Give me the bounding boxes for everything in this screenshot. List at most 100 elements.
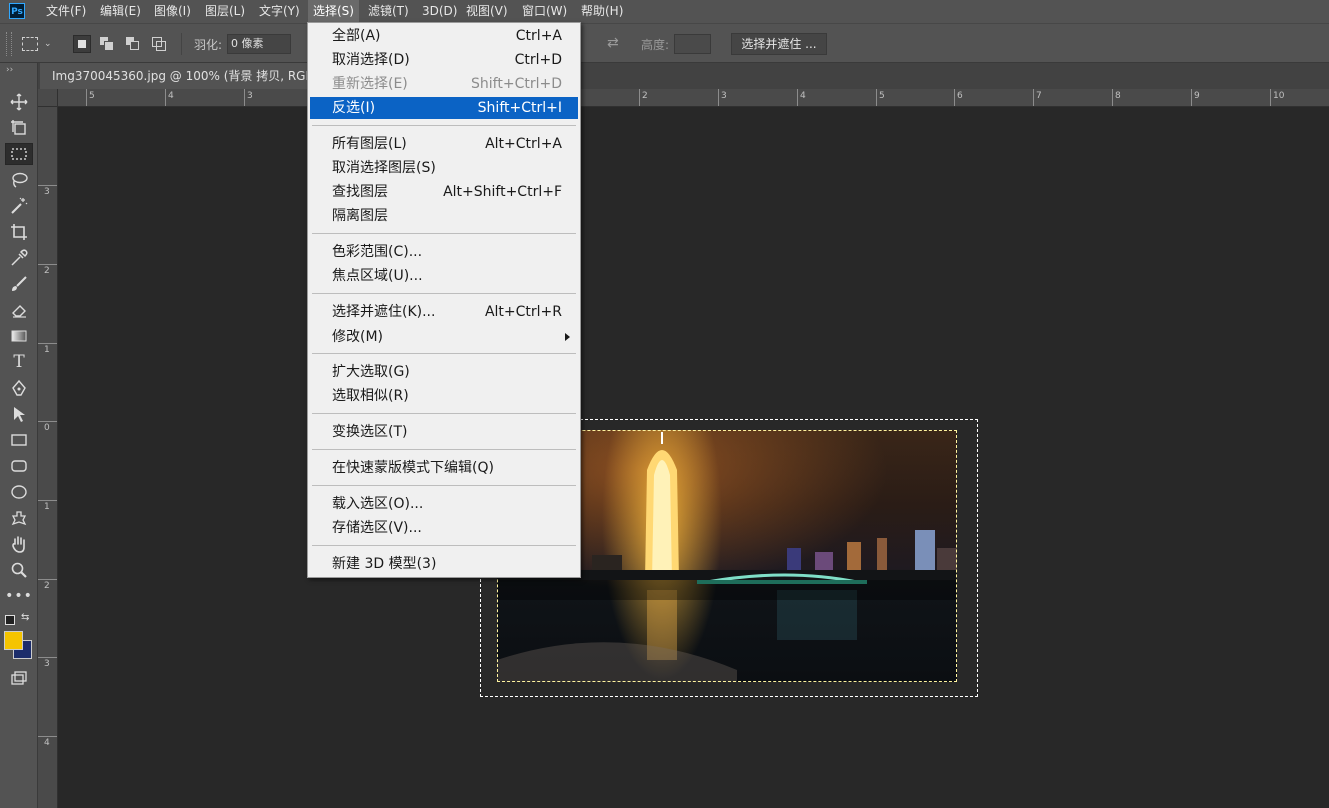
eyedropper-icon	[11, 249, 28, 266]
menu-item-transform-selection[interactable]: 变换选区(T)	[310, 421, 578, 443]
menu-filter[interactable]: 滤镜(T)	[368, 0, 409, 23]
swap-colors-icon[interactable]: ⇆	[21, 612, 29, 623]
menu-item-focus-area[interactable]: 焦点区域(U)...	[310, 265, 578, 287]
screen-mode-button[interactable]	[5, 667, 33, 689]
ellipse-tool[interactable]	[5, 481, 33, 503]
menu-separator	[312, 293, 576, 294]
eyedropper-tool[interactable]	[5, 247, 33, 269]
gradient-tool[interactable]	[5, 325, 33, 347]
move-tool[interactable]	[5, 91, 33, 113]
menu-item-label: 隔离图层	[332, 208, 388, 224]
select-dropdown-menu: 全部(A) Ctrl+A 取消选择(D) Ctrl+D 重新选择(E) Shift+C…	[307, 22, 581, 578]
hand-tool[interactable]	[5, 533, 33, 555]
menu-item-label: 选择并遮住(K)...	[332, 304, 436, 320]
foreground-color-swatch[interactable]	[4, 631, 23, 650]
menu-item-label: 取消选择图层(S)	[332, 160, 436, 176]
menu-item-quick-mask[interactable]: 在快速蒙版模式下编辑(Q)	[310, 457, 578, 479]
menu-edit[interactable]: 编辑(E)	[100, 0, 141, 23]
menu-window[interactable]: 窗口(W)	[522, 0, 567, 23]
swap-dimensions-icon[interactable]: ⇄	[607, 35, 619, 51]
magic-wand-tool[interactable]	[5, 195, 33, 217]
menu-item-label: 重新选择(E)	[332, 76, 408, 92]
document-tab[interactable]: Img370045360.jpg @ 100% (背景 拷贝, RGB/8#	[40, 63, 320, 89]
rounded-rectangle-icon	[11, 460, 27, 472]
menu-item-label: 取消选择(D)	[332, 52, 410, 68]
ruler-label: 2	[44, 581, 50, 591]
ruler-label: 10	[1273, 91, 1285, 101]
ruler-label: 4	[168, 91, 174, 101]
menu-item-isolate-layers[interactable]: 隔离图层	[310, 205, 578, 227]
menu-item-color-range[interactable]: 色彩范围(C)...	[310, 241, 578, 263]
panel-grip-icon	[6, 32, 12, 56]
menu-item-similar[interactable]: 选取相似(R)	[310, 385, 578, 407]
menu-item-find-layers[interactable]: 查找图层 Alt+Shift+Ctrl+F	[310, 181, 578, 203]
menu-item-deselect[interactable]: 取消选择(D) Ctrl+D	[310, 49, 578, 71]
menu-item-grow[interactable]: 扩大选取(G)	[310, 361, 578, 383]
menu-separator	[312, 449, 576, 450]
rectangle-tool[interactable]	[5, 429, 33, 451]
menu-3d[interactable]: 3D(D)	[422, 0, 457, 23]
menu-select[interactable]: 选择(S)	[308, 0, 359, 23]
menu-item-select-and-mask[interactable]: 选择并遮住(K)... Alt+Ctrl+R	[310, 301, 578, 323]
menu-item-shortcut: Alt+Ctrl+A	[485, 136, 562, 152]
menu-layer[interactable]: 图层(L)	[205, 0, 245, 23]
collapse-panel-icon[interactable]: ››	[6, 65, 13, 75]
pen-tool[interactable]	[5, 377, 33, 399]
puzzle-shape-icon	[11, 511, 27, 526]
type-tool[interactable]: T	[5, 351, 33, 373]
menu-item-save-selection[interactable]: 存储选区(V)...	[310, 517, 578, 539]
add-selection-button[interactable]	[98, 35, 116, 53]
ruler-label: 3	[247, 91, 253, 101]
chevron-down-icon[interactable]: ⌄	[44, 39, 52, 49]
artboard-tool[interactable]	[5, 117, 33, 139]
menu-image[interactable]: 图像(I)	[154, 0, 191, 23]
menu-view[interactable]: 视图(V)	[466, 0, 508, 23]
lasso-tool[interactable]	[5, 169, 33, 191]
menu-item-label: 色彩范围(C)...	[332, 244, 423, 260]
menu-item-inverse[interactable]: 反选(I) Shift+Ctrl+I	[310, 97, 578, 119]
menu-item-shortcut: Alt+Shift+Ctrl+F	[443, 184, 562, 200]
submenu-arrow-icon	[565, 333, 570, 341]
path-selection-tool[interactable]	[5, 403, 33, 425]
menu-item-shortcut: Shift+Ctrl+D	[471, 76, 562, 92]
height-input[interactable]	[674, 34, 711, 54]
subtract-selection-button[interactable]	[124, 35, 142, 53]
ruler-origin[interactable]	[38, 89, 58, 107]
rectangular-marquee-tool[interactable]	[5, 143, 33, 165]
crop-tool[interactable]	[5, 221, 33, 243]
feather-input[interactable]: 0 像素	[227, 34, 291, 54]
eraser-tool[interactable]	[5, 299, 33, 321]
menu-file[interactable]: 文件(F)	[46, 0, 86, 23]
ellipse-icon	[11, 485, 27, 499]
menu-item-new-3d-model[interactable]: 新建 3D 模型(3)	[310, 553, 578, 575]
brush-tool[interactable]	[5, 273, 33, 295]
select-and-mask-button[interactable]: 选择并遮住 ...	[731, 33, 827, 55]
zoom-tool[interactable]	[5, 559, 33, 581]
menu-item-modify[interactable]: 修改(M)	[310, 326, 578, 348]
magic-wand-icon	[11, 197, 28, 214]
height-label: 高度:	[641, 38, 670, 52]
custom-shape-tool[interactable]	[5, 507, 33, 529]
menu-item-label: 在快速蒙版模式下编辑(Q)	[332, 460, 494, 476]
menu-item-load-selection[interactable]: 载入选区(O)...	[310, 493, 578, 515]
menu-help[interactable]: 帮助(H)	[581, 0, 623, 23]
rounded-rectangle-tool[interactable]	[5, 455, 33, 477]
crop-icon	[11, 224, 27, 240]
vertical-ruler[interactable]: 3 2 1 0 1 2 3 4	[38, 107, 58, 808]
menu-item-label: 载入选区(O)...	[332, 496, 424, 512]
ruler-label: 9	[1194, 91, 1200, 101]
menu-item-all-layers[interactable]: 所有图层(L) Alt+Ctrl+A	[310, 133, 578, 155]
menu-item-reselect[interactable]: 重新选择(E) Shift+Ctrl+D	[310, 73, 578, 95]
menu-item-deselect-layers[interactable]: 取消选择图层(S)	[310, 157, 578, 179]
menu-item-label: 所有图层(L)	[332, 136, 407, 152]
new-selection-button[interactable]	[73, 35, 91, 53]
more-tools-button[interactable]: •••	[5, 585, 33, 607]
horizontal-ruler[interactable]: 5 4 3 2 3 4 5 6 7 8 9 10	[58, 89, 1329, 107]
intersect-selection-button[interactable]	[150, 35, 168, 53]
default-colors-icon[interactable]	[5, 615, 15, 625]
menu-type[interactable]: 文字(Y)	[259, 0, 300, 23]
menu-separator	[312, 413, 576, 414]
rect-marquee-preset-icon[interactable]	[22, 37, 38, 51]
divider	[181, 33, 182, 55]
menu-item-select-all[interactable]: 全部(A) Ctrl+A	[310, 25, 578, 47]
